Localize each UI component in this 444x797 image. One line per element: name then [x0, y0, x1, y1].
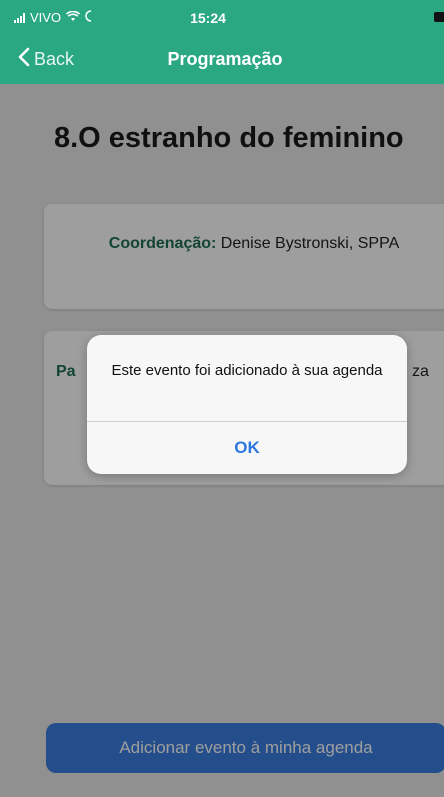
page-title: Programação	[167, 49, 283, 69]
status-time: 15:24	[190, 10, 226, 26]
back-button[interactable]: Back	[18, 47, 74, 72]
confirmation-alert: Este evento foi adicionado à sua agenda …	[87, 335, 407, 474]
back-label: Back	[34, 49, 75, 69]
signal-icon	[14, 12, 25, 23]
carrier-info: VIVO	[14, 10, 95, 25]
alert-message: Este evento foi adicionado à sua agenda	[111, 362, 383, 379]
top-bar: VIVO 15:24 Back Programação	[0, 0, 444, 84]
navigation-bar: Back Programação	[0, 40, 444, 84]
carrier-name: VIVO	[30, 10, 62, 25]
chevron-left-icon	[18, 47, 30, 72]
loading-icon	[85, 10, 95, 25]
battery-icon	[434, 12, 444, 22]
status-bar: VIVO 15:24	[0, 0, 444, 40]
alert-ok-button[interactable]: OK	[87, 422, 407, 474]
wifi-icon	[66, 10, 81, 25]
